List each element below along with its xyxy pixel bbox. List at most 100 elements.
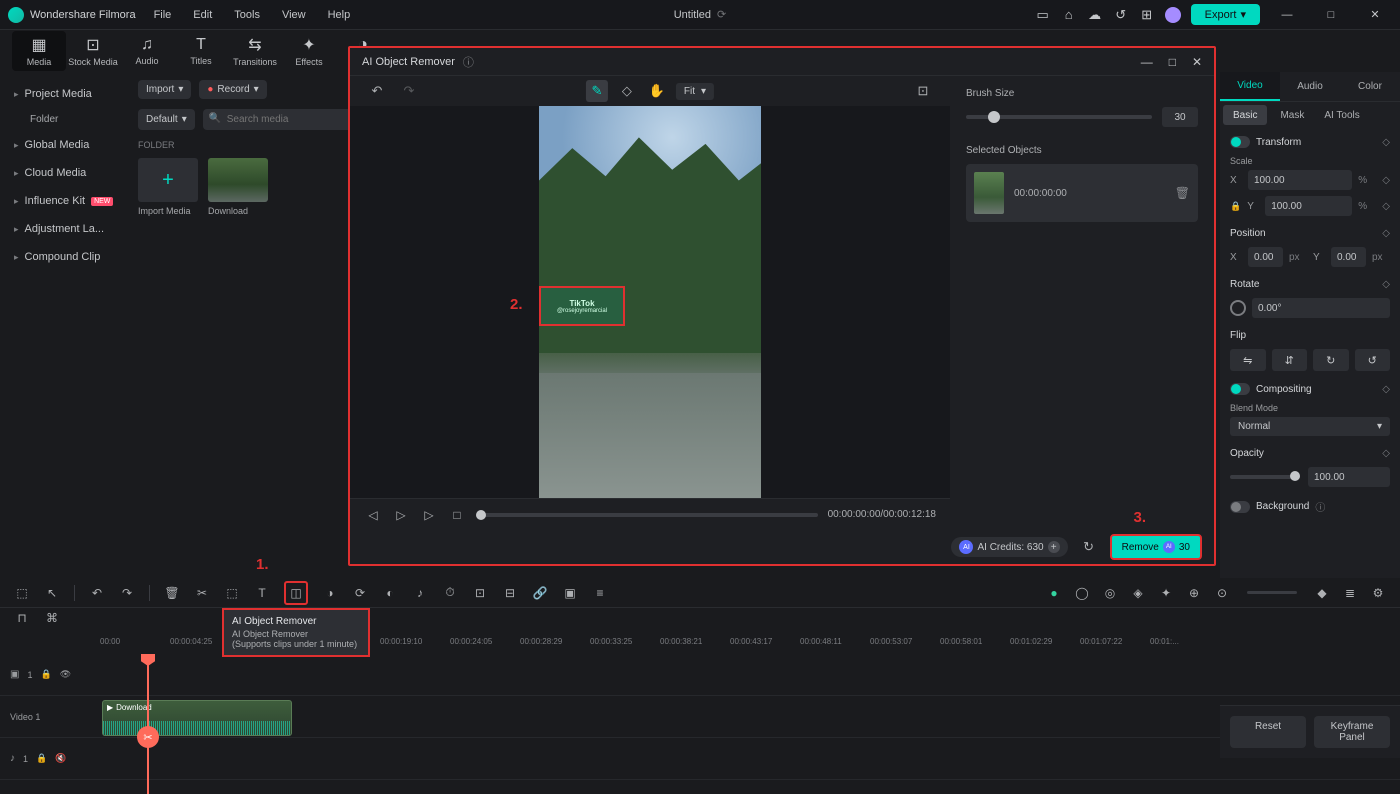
sidebar-item-cloud-media[interactable]: Cloud Media — [0, 159, 128, 187]
brush-size-slider[interactable] — [966, 115, 1152, 119]
playback-slider[interactable] — [476, 513, 818, 517]
record-dropdown[interactable]: ●Record ▾ — [199, 80, 266, 99]
tl-list-icon[interactable]: ≣ — [1342, 585, 1358, 601]
opacity-input[interactable]: 100.00 — [1308, 467, 1390, 487]
lock-track-icon[interactable]: 🔒 — [36, 753, 47, 764]
tl-time-icon[interactable]: ⏱ — [442, 585, 458, 601]
tab-audio[interactable]: ♫Audio — [120, 32, 174, 70]
brush-size-value[interactable]: 30 — [1162, 107, 1198, 127]
pan-tool[interactable]: ✋ — [646, 80, 668, 102]
scale-y-input[interactable]: 100.00 — [1265, 196, 1352, 216]
help-icon[interactable]: ⓘ — [1315, 499, 1325, 514]
compositing-toggle[interactable] — [1230, 383, 1250, 395]
subtab-mask[interactable]: Mask — [1270, 102, 1314, 128]
tl-redo-icon[interactable]: ↷ — [119, 585, 135, 601]
export-button[interactable]: Export▾ — [1191, 4, 1260, 25]
import-dropdown[interactable]: Import ▾ — [138, 80, 191, 99]
fit-dropdown[interactable]: Fit▾ — [676, 83, 714, 100]
add-credits-icon[interactable]: + — [1048, 541, 1060, 553]
flip-v-button[interactable]: ⇵ — [1272, 349, 1308, 371]
layout-icon[interactable]: ▭ — [1035, 7, 1051, 23]
tl-cursor-icon[interactable]: ↖ — [44, 585, 60, 601]
tab-transitions[interactable]: ⇆Transitions — [228, 31, 282, 71]
tl-o1-icon[interactable]: ◯ — [1074, 585, 1090, 601]
props-tab-video[interactable]: Video — [1220, 72, 1280, 101]
canvas[interactable]: TikTok @rosejoyremarcial — [350, 106, 950, 498]
audio-track-head[interactable]: ♪1🔒🔇 — [0, 753, 100, 764]
tl-screen-icon[interactable]: ⊡ — [472, 585, 488, 601]
menu-tools[interactable]: Tools — [234, 9, 260, 21]
undo-icon[interactable]: ↶ — [366, 80, 388, 102]
tl-o2-icon[interactable]: ◎ — [1102, 585, 1118, 601]
keyframe-icon[interactable]: ◇ — [1382, 228, 1390, 239]
tl-link2-icon[interactable]: ⌘ — [44, 610, 60, 626]
keyframe-icon[interactable]: ◇ — [1382, 279, 1390, 290]
sidebar-item-project-media[interactable]: Project Media — [0, 80, 128, 108]
tab-stock-media[interactable]: ⊡Stock Media — [66, 31, 120, 71]
modal-minimize[interactable]: — — [1141, 55, 1153, 69]
import-media-tile[interactable]: + Import Media — [138, 158, 198, 216]
tl-group-icon[interactable]: ▣ — [562, 585, 578, 601]
media-tile-download[interactable]: Download — [208, 158, 268, 216]
close-button[interactable]: ✕ — [1358, 0, 1392, 30]
tl-settings-icon[interactable]: ⚙ — [1370, 585, 1386, 601]
sidebar-item-influence-kit[interactable]: Influence KitNEW — [0, 187, 128, 215]
tl-mask-icon[interactable]: ◑ — [322, 585, 338, 601]
tl-o3-icon[interactable]: ◈ — [1130, 585, 1146, 601]
keyframe-icon[interactable]: ◇ — [1382, 448, 1390, 459]
scale-x-input[interactable]: 100.00 — [1248, 170, 1352, 190]
playhead[interactable]: ✂ — [147, 654, 149, 794]
tl-ai-object-remover-icon[interactable]: ◫ — [284, 581, 308, 605]
remove-button[interactable]: Remove AI 30 — [1110, 534, 1202, 560]
menu-view[interactable]: View — [282, 9, 306, 21]
modal-maximize[interactable]: □ — [1169, 55, 1176, 69]
watermark-selection[interactable]: TikTok @rosejoyremarcial — [539, 286, 625, 326]
rotate-ccw-button[interactable]: ↺ — [1355, 349, 1391, 371]
tl-audio-icon[interactable]: ♪ — [412, 585, 428, 601]
apps-icon[interactable]: ⊞ — [1139, 7, 1155, 23]
keyframe-panel-button[interactable]: Keyframe Panel — [1314, 716, 1390, 748]
home-icon[interactable]: ⌂ — [1061, 7, 1077, 23]
menu-edit[interactable]: Edit — [193, 9, 212, 21]
avatar-icon[interactable] — [1165, 7, 1181, 23]
sidebar-sub-folder[interactable]: Folder — [0, 108, 128, 131]
rotate-cw-button[interactable]: ↻ — [1313, 349, 1349, 371]
play-icon[interactable]: ▷ — [392, 506, 410, 524]
playhead-cut-icon[interactable]: ✂ — [137, 726, 159, 748]
rotate-input[interactable]: 0.00° — [1252, 298, 1390, 318]
sidebar-item-adjustment[interactable]: Adjustment La... — [0, 215, 128, 243]
tl-o6-icon[interactable]: ⊙ — [1214, 585, 1230, 601]
tl-ai-icon[interactable]: ● — [1046, 585, 1062, 601]
sidebar-item-global-media[interactable]: Global Media — [0, 131, 128, 159]
video-clip[interactable]: ▶Download — [102, 700, 292, 736]
selected-object-card[interactable]: 00:00:00:00 🗑 — [966, 164, 1198, 222]
sync-icon[interactable]: ↺ — [1113, 7, 1129, 23]
refresh-icon[interactable]: ↻ — [1078, 536, 1100, 558]
tl-color-icon[interactable]: ◐ — [382, 585, 398, 601]
redo-icon[interactable]: ↷ — [398, 80, 420, 102]
lock-icon[interactable]: 🔒 — [1230, 201, 1241, 212]
sort-default[interactable]: Default ▾ — [138, 109, 195, 130]
tl-text-icon[interactable]: T — [254, 585, 270, 601]
tl-o5-icon[interactable]: ⊕ — [1186, 585, 1202, 601]
tl-select-icon[interactable]: ⬚ — [14, 585, 30, 601]
tab-titles[interactable]: TTitles — [174, 32, 228, 70]
eraser-tool[interactable]: ◇ — [616, 80, 638, 102]
keyframe-icon[interactable]: ◇ — [1382, 201, 1390, 212]
tl-link-icon[interactable]: 🔗 — [532, 585, 548, 601]
modal-close[interactable]: ✕ — [1192, 55, 1202, 69]
lock-track-icon[interactable]: 🔒 — [40, 669, 51, 680]
reset-button[interactable]: Reset — [1230, 716, 1306, 748]
compare-icon[interactable]: ⊡ — [912, 80, 934, 102]
transform-toggle[interactable] — [1230, 136, 1250, 148]
sidebar-item-compound[interactable]: Compound Clip — [0, 243, 128, 271]
tl-undo-icon[interactable]: ↶ — [89, 585, 105, 601]
tl-stack-icon[interactable]: ≡ — [592, 585, 608, 601]
video-track-head[interactable]: ▣1🔒👁 — [0, 669, 100, 680]
rotate-dial-icon[interactable] — [1230, 300, 1246, 316]
keyframe-icon[interactable]: ◇ — [1382, 384, 1390, 395]
tl-delete-icon[interactable]: 🗑 — [164, 585, 180, 601]
menu-file[interactable]: File — [154, 9, 172, 21]
props-tab-color[interactable]: Color — [1340, 72, 1400, 101]
keyframe-icon[interactable]: ◇ — [1382, 175, 1390, 186]
